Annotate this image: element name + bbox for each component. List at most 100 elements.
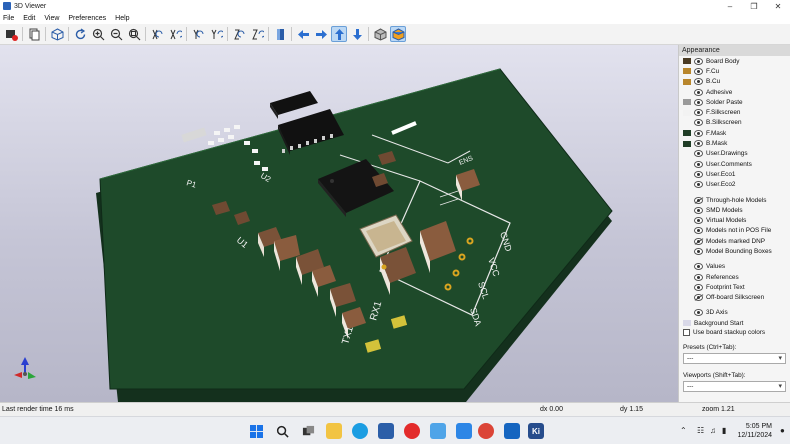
eye-icon[interactable] — [694, 57, 703, 65]
rotate-z-ccw-icon[interactable] — [249, 26, 265, 42]
layer-user-comments[interactable]: User.Comments — [679, 159, 790, 169]
toggle-3d-axis[interactable]: 3D Axis — [679, 308, 790, 318]
eye-icon[interactable] — [694, 67, 703, 75]
toggle-footprint-text[interactable]: Footprint Text — [679, 282, 790, 292]
eye-icon[interactable] — [694, 160, 703, 168]
color-swatch[interactable] — [683, 320, 691, 327]
layer-solder-paste[interactable]: Solder Paste — [679, 97, 790, 107]
color-swatch[interactable] — [683, 68, 691, 75]
eye-icon[interactable] — [694, 247, 703, 255]
eye-icon[interactable] — [694, 227, 703, 235]
rotate-z-cw-icon[interactable] — [231, 26, 247, 42]
chrome-icon[interactable] — [478, 423, 494, 439]
taskbar-clock[interactable]: 5:05 PM 12/11/2024 — [737, 422, 772, 440]
board-body-view-icon[interactable] — [390, 26, 406, 42]
toggle-models-dnp[interactable]: Models marked DNP — [679, 236, 790, 246]
layer-f-mask[interactable]: F.Mask — [679, 128, 790, 138]
eye-icon[interactable] — [694, 217, 703, 225]
toggle-offboard-silkscreen[interactable]: Off-board Silkscreen — [679, 293, 790, 303]
ortho-icon[interactable] — [372, 26, 388, 42]
wifi-icon[interactable]: ☷ — [697, 426, 704, 435]
background-start[interactable]: Background Start — [679, 318, 790, 328]
menu-file[interactable]: File — [3, 15, 14, 22]
eye-icon[interactable] — [694, 98, 703, 106]
maximize-icon[interactable]: ❐ — [742, 0, 766, 12]
copy-image-icon[interactable] — [26, 26, 42, 42]
menu-preferences[interactable]: Preferences — [68, 15, 106, 22]
speaker-icon[interactable]: ♫ — [710, 426, 716, 435]
eye-icon[interactable] — [694, 88, 703, 96]
mail-icon[interactable] — [430, 423, 446, 439]
layer-b-mask[interactable]: B.Mask — [679, 138, 790, 148]
toggle-values[interactable]: Values — [679, 262, 790, 272]
zoom-out-icon[interactable] — [108, 26, 124, 42]
eye-icon[interactable] — [694, 237, 703, 245]
pan-up-icon[interactable] — [331, 26, 347, 42]
eye-icon[interactable] — [694, 119, 703, 127]
layer-adhesive[interactable]: Adhesive — [679, 87, 790, 97]
eye-icon[interactable] — [694, 294, 703, 302]
zoom-fit-icon[interactable] — [126, 26, 142, 42]
zoom-in-icon[interactable] — [90, 26, 106, 42]
color-swatch[interactable] — [683, 58, 691, 65]
menu-view[interactable]: View — [44, 15, 59, 22]
eye-icon[interactable] — [694, 309, 703, 317]
toggle-through-hole-models[interactable]: Through-hole Models — [679, 195, 790, 205]
notification-icon[interactable]: ● — [780, 426, 785, 435]
kicad-icon[interactable]: Ki — [528, 423, 544, 439]
toggle-smd-models[interactable]: SMD Models — [679, 205, 790, 215]
rotate-y-ccw-icon[interactable] — [208, 26, 224, 42]
eye-icon[interactable] — [694, 150, 703, 158]
battery-icon[interactable]: ▮ — [722, 426, 726, 435]
toggle-models-not-in-pos[interactable]: Models not in POS File — [679, 226, 790, 236]
viewports-dropdown[interactable]: --- — [683, 381, 786, 393]
layer-board-body[interactable]: Board Body — [679, 56, 790, 66]
file-explorer-icon[interactable] — [326, 423, 342, 439]
edge-icon[interactable] — [352, 423, 368, 439]
layer-b-cu[interactable]: B.Cu — [679, 77, 790, 87]
opera-icon[interactable] — [404, 423, 420, 439]
eye-icon[interactable] — [694, 129, 703, 137]
color-swatch[interactable] — [683, 78, 691, 85]
3d-viewport[interactable]: P1 U1 U2 ENS GND VCC SCL SDA TX1 RX1 — [0, 45, 678, 402]
eye-icon[interactable] — [694, 283, 703, 291]
pan-left-icon[interactable] — [295, 26, 311, 42]
eye-icon[interactable] — [694, 170, 703, 178]
chevron-up-icon[interactable]: ⌃ — [680, 426, 687, 435]
pan-right-icon[interactable] — [313, 26, 329, 42]
outlook-icon[interactable] — [504, 423, 520, 439]
reload-icon[interactable] — [72, 26, 88, 42]
eye-icon[interactable] — [694, 109, 703, 117]
eye-icon[interactable] — [694, 196, 703, 204]
board-3d-icon[interactable] — [49, 26, 65, 42]
toggle-model-bounding-boxes[interactable]: Model Bounding Boxes — [679, 246, 790, 256]
task-view-icon[interactable] — [300, 423, 316, 439]
pan-down-icon[interactable] — [349, 26, 365, 42]
eye-icon[interactable] — [694, 181, 703, 189]
store-icon[interactable] — [378, 423, 394, 439]
render-raytrace-icon[interactable] — [3, 26, 19, 42]
layer-user-drawings[interactable]: User.Drawings — [679, 149, 790, 159]
stackup-checkbox[interactable] — [683, 329, 690, 337]
eye-icon[interactable] — [694, 263, 703, 271]
photos-icon[interactable] — [456, 423, 472, 439]
eye-icon[interactable] — [694, 78, 703, 86]
eye-icon[interactable] — [694, 273, 703, 281]
menu-help[interactable]: Help — [115, 15, 129, 22]
rotate-x-ccw-icon[interactable] — [167, 26, 183, 42]
layer-user-eco1[interactable]: User.Eco1 — [679, 169, 790, 179]
minimize-icon[interactable]: – — [718, 0, 742, 12]
color-swatch[interactable] — [683, 109, 691, 116]
presets-dropdown[interactable]: --- — [683, 353, 786, 365]
rotate-y-cw-icon[interactable] — [190, 26, 206, 42]
flip-board-icon[interactable] — [272, 26, 288, 42]
toggle-references[interactable]: References — [679, 272, 790, 282]
layer-b-silkscreen[interactable]: B.Silkscreen — [679, 118, 790, 128]
stackup-colors-option[interactable]: Use board stackup colors — [679, 329, 790, 337]
layer-f-silkscreen[interactable]: F.Silkscreen — [679, 107, 790, 117]
windows-start-icon[interactable] — [248, 423, 264, 439]
search-icon[interactable] — [274, 423, 290, 439]
menu-edit[interactable]: Edit — [23, 15, 35, 22]
close-icon[interactable]: ✕ — [766, 0, 790, 12]
pcb-board-render[interactable]: P1 U1 U2 ENS GND VCC SCL SDA TX1 RX1 — [0, 45, 678, 402]
